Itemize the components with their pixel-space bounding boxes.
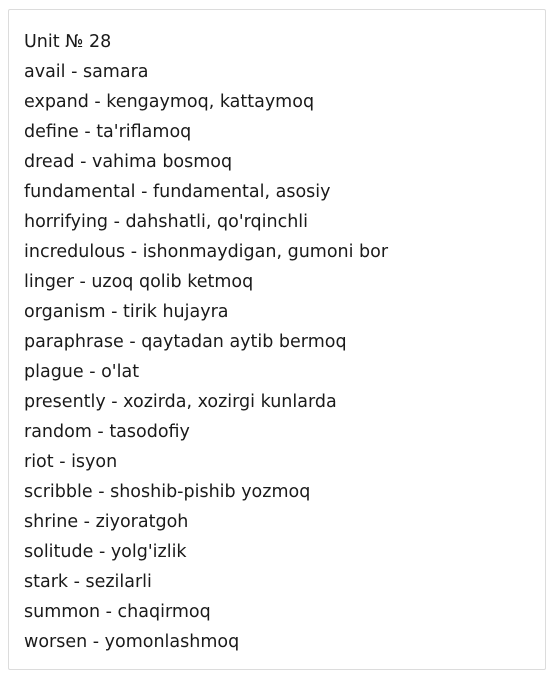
vocab-entry: riot - isyon (24, 452, 118, 472)
vocab-entry: summon - chaqirmoq (24, 602, 211, 622)
vocab-entry: random - tasodofiy (24, 422, 190, 442)
vocab-entry: worsen - yomonlashmoq (24, 632, 240, 652)
vocab-entry: shrine - ziyoratgoh (24, 512, 189, 532)
vocab-entry: linger - uzoq qolib ketmoq (24, 272, 254, 292)
vocab-entry: presently - xozirda, xozirgi kunlarda (24, 392, 337, 412)
vocab-entry: fundamental - fundamental, asosiy (24, 182, 331, 202)
vocab-entry: define - ta'riflamoq (24, 122, 192, 142)
vocabulary-card: Unit № 28 avail - samara expand - kengay… (8, 9, 546, 670)
vocab-entry: incredulous - ishonmaydigan, gumoni bor (24, 242, 389, 262)
vocab-entry: avail - samara (24, 62, 149, 82)
vocab-entry: dread - vahima bosmoq (24, 152, 233, 172)
unit-title: Unit № 28 (24, 32, 112, 52)
vocab-entry: expand - kengaymoq, kattaymoq (24, 92, 315, 112)
vocab-entry: organism - tirik hujayra (24, 302, 229, 322)
vocab-entry: horrifying - dahshatli, qo'rqinchli (24, 212, 309, 232)
vocab-entry: paraphrase - qaytadan aytib bermoq (24, 332, 347, 352)
vocabulary-text: Unit № 28 avail - samara expand - kengay… (24, 27, 535, 657)
vocab-entry: stark - sezilarli (24, 572, 152, 592)
vocab-entry: scribble - shoshib-pishib yozmoq (24, 482, 311, 502)
vocab-entry: plague - o'lat (24, 362, 140, 382)
vocab-entry: solitude - yolg'izlik (24, 542, 187, 562)
